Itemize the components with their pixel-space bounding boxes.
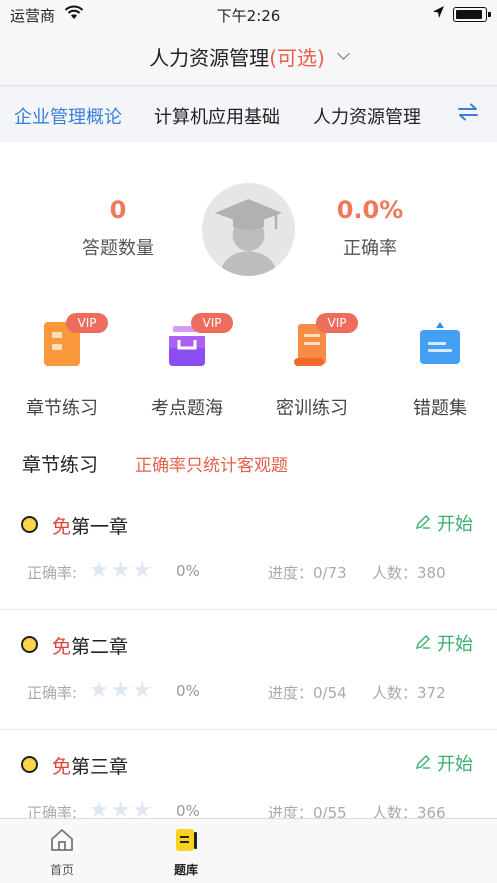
- tab-home[interactable]: 首页: [22, 827, 102, 878]
- battery-icon: [453, 7, 491, 22]
- answered-value: 0: [109, 196, 127, 224]
- avatar[interactable]: [202, 183, 295, 276]
- tab-label: 题库: [173, 863, 198, 877]
- progress-text: 进度：0/54: [268, 684, 347, 702]
- question-bank-icon: [176, 829, 197, 851]
- vip-badge: VIP: [66, 313, 108, 333]
- switch-subject-icon[interactable]: [439, 86, 497, 142]
- answered-count: 0 答题数量: [43, 196, 193, 260]
- accuracy-value: 0.0%: [336, 196, 404, 224]
- chapter-row[interactable]: 免第一章 开始 正确率: ★★★ 0% 进度：0/73 人数：380: [0, 490, 497, 610]
- chapter-name: 免第一章: [52, 516, 129, 538]
- answered-label: 答题数量: [82, 238, 154, 259]
- people-count: 人数：380: [372, 564, 446, 582]
- section-title: 章节练习: [22, 454, 99, 476]
- accuracy-label: 正确率: [343, 238, 397, 259]
- status-dot: [21, 756, 38, 773]
- subject-tabs: 企业管理概论 计算机应用基础 人力资源管理: [0, 86, 497, 142]
- error-folder-icon: [420, 322, 460, 364]
- accuracy-stat: 0.0% 正确率: [295, 196, 445, 260]
- location-arrow-icon: [432, 5, 445, 24]
- tab-hr-management[interactable]: 人力资源管理: [313, 103, 421, 129]
- status-time: 下午2:26: [216, 7, 281, 25]
- feature-wrong-answers[interactable]: 错题集: [385, 318, 495, 420]
- people-count: 人数：372: [372, 684, 446, 702]
- progress-text: 进度：0/73: [268, 564, 347, 582]
- feature-label: 章节练习: [26, 398, 98, 419]
- chapter-name: 免第二章: [52, 636, 129, 658]
- start-button[interactable]: 开始: [415, 510, 473, 536]
- tab-question-bank[interactable]: 题库: [146, 827, 226, 878]
- tab-enterprise-management[interactable]: 企业管理概论: [14, 103, 122, 129]
- star-rating: ★★★: [89, 558, 155, 583]
- accuracy-value: 0%: [176, 562, 200, 580]
- status-dot: [21, 516, 38, 533]
- status-dot: [21, 636, 38, 653]
- accuracy-value: 0%: [176, 682, 200, 700]
- accuracy-label: 正确率:: [27, 564, 78, 582]
- bottom-tab-bar: 首页 题库: [0, 818, 497, 883]
- pencil-icon: [415, 514, 431, 535]
- feature-label: 错题集: [413, 398, 467, 419]
- subject-selector[interactable]: 人力资源管理(可选): [0, 28, 497, 86]
- free-tag: 免: [52, 756, 72, 778]
- feature-exam-points[interactable]: VIP 考点题海: [132, 313, 242, 420]
- feature-chapter-practice[interactable]: VIP 章节练习: [7, 313, 117, 420]
- status-bar: 运营商 下午2:26: [0, 0, 497, 28]
- chevron-down-icon: [336, 47, 350, 60]
- start-button[interactable]: 开始: [415, 750, 473, 776]
- feature-label: 考点题海: [151, 398, 223, 419]
- vip-badge: VIP: [316, 313, 358, 333]
- free-tag: 免: [52, 516, 72, 538]
- nav-title: 人力资源管理(可选): [149, 46, 325, 70]
- vip-badge: VIP: [191, 313, 233, 333]
- feature-label: 密训练习: [276, 398, 348, 419]
- start-button[interactable]: 开始: [415, 630, 473, 656]
- tabs-fade: [417, 86, 441, 142]
- star-rating: ★★★: [89, 678, 155, 703]
- pencil-icon: [415, 754, 431, 775]
- optional-tag: (可选): [269, 46, 325, 70]
- chapter-name: 免第三章: [52, 756, 129, 778]
- feature-secret-training[interactable]: VIP 密训练习: [257, 313, 367, 420]
- tab-computer-basics[interactable]: 计算机应用基础: [154, 103, 280, 129]
- free-tag: 免: [52, 636, 72, 658]
- home-icon: [51, 829, 73, 851]
- section-note: 正确率只统计客观题: [135, 456, 288, 476]
- app-screen: 运营商 下午2:26 人力资源管理(可选) 企业管理概论 计算机应用基础 人力资…: [0, 0, 497, 883]
- graduate-avatar-icon: [215, 199, 282, 276]
- tab-label: 首页: [49, 863, 74, 877]
- accuracy-label: 正确率:: [27, 684, 78, 702]
- chapter-row[interactable]: 免第二章 开始 正确率: ★★★ 0% 进度：0/54 人数：372: [0, 610, 497, 730]
- pencil-icon: [415, 634, 431, 655]
